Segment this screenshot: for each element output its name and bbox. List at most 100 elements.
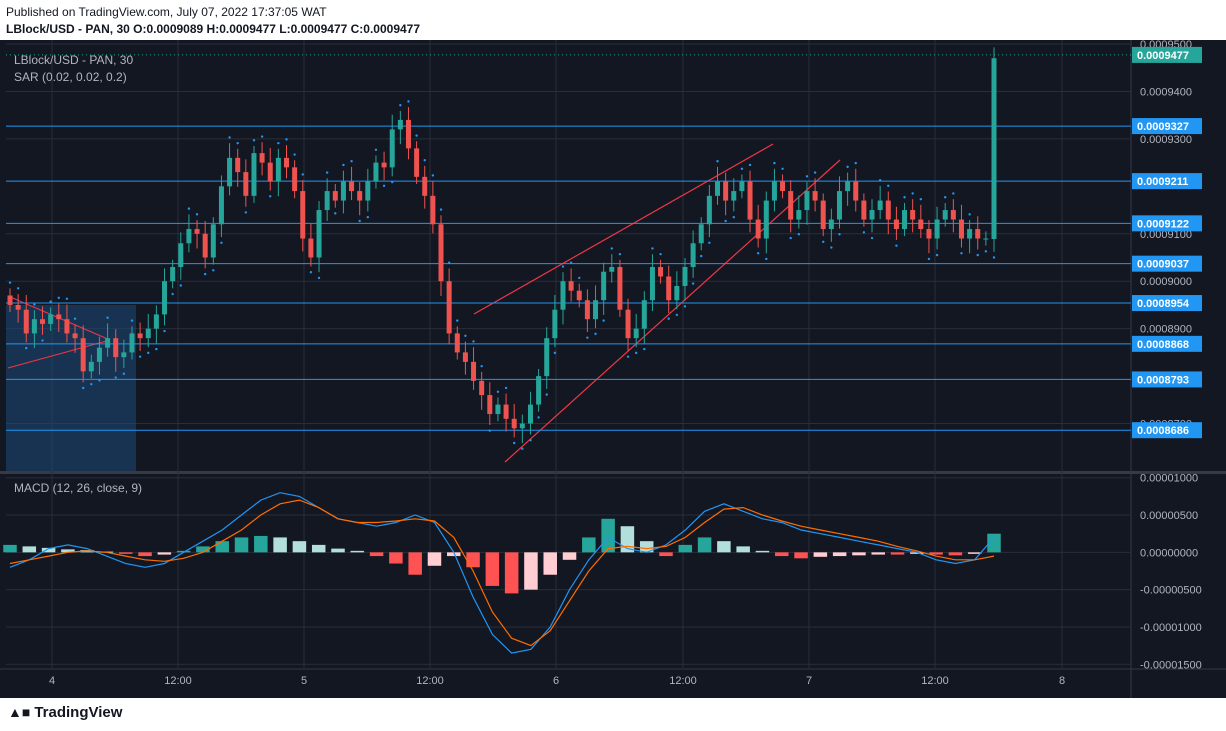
tradingview-logo[interactable]: ▲■ TradingView xyxy=(8,704,122,721)
tradingview-logo-text: TradingView xyxy=(34,704,123,721)
macd-histogram-bar xyxy=(157,552,172,555)
candle-body xyxy=(918,219,924,230)
candle-body xyxy=(405,119,411,149)
candle-body xyxy=(121,352,127,358)
sar-dot xyxy=(773,161,776,165)
candle-body xyxy=(633,328,639,339)
candle-body xyxy=(72,333,78,339)
price-tick-label: 0.0009300 xyxy=(1140,134,1192,146)
macd-histogram-bar xyxy=(601,518,615,553)
sar-dot xyxy=(651,247,654,250)
candle-body xyxy=(438,224,444,282)
candle-body xyxy=(462,352,468,362)
price-tick-label: 0.0009400 xyxy=(1140,86,1192,98)
candle-body xyxy=(536,376,542,405)
sar-dot xyxy=(244,211,248,214)
candle-body xyxy=(259,153,265,163)
footer: ▲■ TradingView xyxy=(0,698,1226,731)
candle-body xyxy=(853,181,859,201)
sar-dot xyxy=(342,163,345,167)
candle-body xyxy=(503,404,509,419)
symbol-legend: LBlock/USD - PAN, 30 xyxy=(14,53,134,67)
level-label: 0.0009037 xyxy=(1137,259,1189,271)
candle-body xyxy=(430,195,436,225)
sar-dot xyxy=(187,207,191,210)
sar-dot xyxy=(260,135,264,138)
sar-dot xyxy=(423,159,426,162)
candle-body xyxy=(308,238,314,258)
sar-dot xyxy=(439,208,443,211)
candle-body xyxy=(641,300,647,329)
sar-dot xyxy=(602,319,605,322)
level-label: 0.0008868 xyxy=(1137,339,1189,351)
macd-histogram-bar xyxy=(234,537,249,553)
sar-dot xyxy=(391,180,394,184)
sar-dot xyxy=(138,355,142,358)
sar-dot xyxy=(382,184,386,188)
level-label: 0.0008954 xyxy=(1137,298,1190,310)
x-tick-label: 8 xyxy=(1059,675,1065,687)
candle-body xyxy=(316,210,322,258)
sar-dot xyxy=(643,347,646,351)
sar-dot xyxy=(122,372,126,375)
candle-body xyxy=(674,285,680,301)
chart-header: Published on TradingView.com, July 07, 2… xyxy=(0,0,1226,40)
sar-dot xyxy=(854,161,857,165)
candle-body xyxy=(609,266,615,272)
candle-body xyxy=(682,266,688,286)
sar-dot xyxy=(325,171,329,174)
level-label: 0.0009327 xyxy=(1137,121,1189,133)
macd-histogram-bar xyxy=(427,552,442,566)
candle-body xyxy=(519,423,525,429)
sar-dot xyxy=(171,292,174,296)
candle-body xyxy=(446,281,452,334)
candle-body xyxy=(23,309,29,334)
sar-dot xyxy=(724,219,727,223)
candle-body xyxy=(292,167,298,192)
sar-dot xyxy=(984,250,988,253)
macd-histogram-bar xyxy=(331,548,345,553)
macd-tick-label: 0.00001000 xyxy=(1140,473,1198,485)
macd-histogram-bar xyxy=(890,552,905,555)
sar-dot xyxy=(447,261,451,264)
sar-dot xyxy=(16,287,20,290)
sar-dot xyxy=(65,297,69,300)
macd-histogram-bar xyxy=(678,544,693,553)
sar-dot xyxy=(781,167,784,170)
chart-area[interactable]: 4 12:00 5 12:00 6 12:00 7 12:00 8 0.0009500 0.0009… xyxy=(0,40,1226,698)
macd-histogram-bar xyxy=(543,552,557,575)
sar-dot xyxy=(740,167,744,170)
candle-body xyxy=(763,200,769,239)
sar-dot xyxy=(952,192,955,195)
candle-body xyxy=(153,314,159,329)
sar-dot xyxy=(90,382,93,386)
sar-dot xyxy=(358,219,361,223)
candle-body xyxy=(796,210,802,220)
x-tick-label: 5 xyxy=(301,675,307,687)
sar-dot xyxy=(106,316,109,319)
candle-body xyxy=(31,319,37,334)
channel-upper-trendline xyxy=(473,143,774,315)
candle-body xyxy=(576,290,582,301)
candle-body xyxy=(56,314,62,320)
candle-body xyxy=(690,243,696,267)
candle-body xyxy=(48,314,54,324)
sar-dot xyxy=(878,178,882,182)
price-tick-label: 0.0009000 xyxy=(1140,276,1192,288)
chart-svg[interactable]: 4 12:00 5 12:00 6 12:00 7 12:00 80.00095000.0009… xyxy=(0,40,1226,698)
sar-dot xyxy=(252,139,256,142)
sar-dot xyxy=(797,233,801,236)
candle-body xyxy=(584,300,590,320)
sar-dot xyxy=(407,100,410,103)
sar-dot xyxy=(919,197,923,201)
candle-body xyxy=(194,229,200,234)
sar-dot xyxy=(927,257,931,261)
candle-body xyxy=(251,153,257,196)
candle-body xyxy=(568,281,574,291)
sar-dot xyxy=(8,281,12,284)
macd-histogram-bar xyxy=(524,552,538,590)
candle-body xyxy=(357,191,363,201)
candle-body xyxy=(495,404,501,415)
level-label: 0.0008686 xyxy=(1137,425,1189,437)
sar-dot xyxy=(350,159,353,163)
